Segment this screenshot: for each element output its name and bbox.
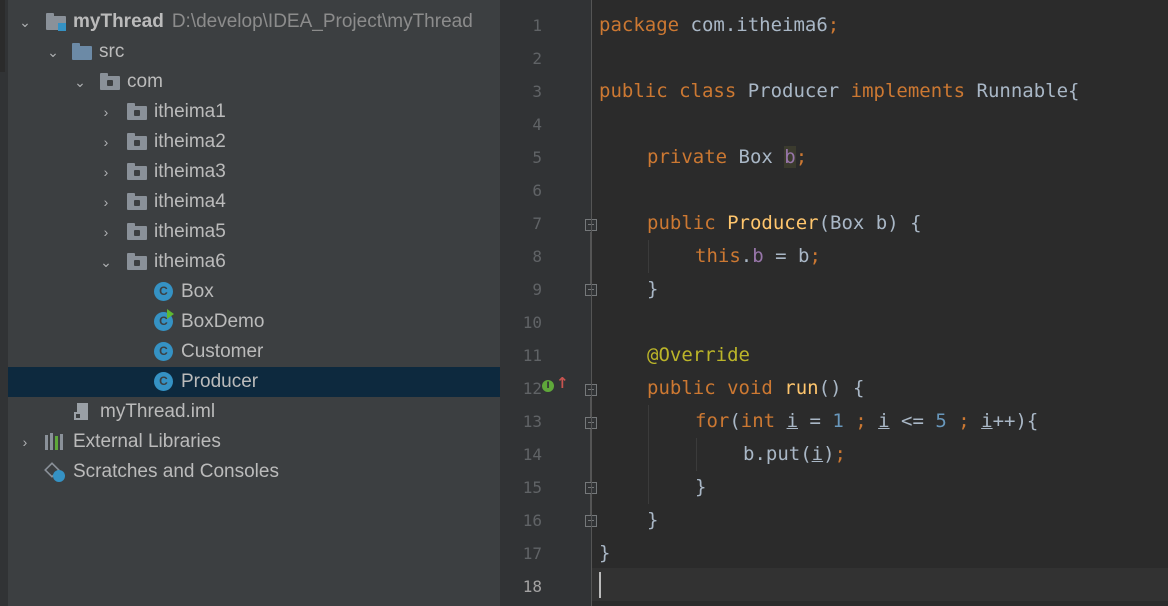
tree-item-label: itheima1: [154, 101, 226, 122]
tree-item-package[interactable]: › itheima3: [8, 157, 500, 187]
line-number: 11: [522, 346, 542, 365]
tree-item-label: itheima2: [154, 131, 226, 152]
chevron-right-icon[interactable]: ›: [97, 217, 115, 247]
package-icon: [127, 253, 147, 271]
line-number: 8: [532, 247, 542, 266]
tree-item-scratches[interactable]: Scratches and Consoles: [8, 457, 500, 487]
runnable-class-icon: C: [154, 309, 174, 331]
class-icon: C: [154, 342, 174, 361]
tree-item-external-libraries[interactable]: › External Libraries: [8, 427, 500, 457]
tree-item-com[interactable]: ⌄ com: [8, 67, 500, 97]
tree-item-label: itheima5: [154, 221, 226, 242]
tree-item-label: itheima4: [154, 191, 226, 212]
library-icon: [45, 433, 65, 451]
tree-item-label: src: [99, 41, 125, 62]
line-number: 7: [532, 214, 542, 233]
code-line-12: public void run() {: [647, 377, 865, 399]
line-number: 16: [522, 511, 542, 530]
tree-item-class[interactable]: C Customer: [8, 337, 500, 367]
chevron-right-icon[interactable]: ›: [97, 187, 115, 217]
line-number: 17: [522, 544, 542, 563]
source-folder-icon: [72, 43, 92, 61]
code-line-7: public Producer(Box b) {: [647, 212, 922, 234]
code-line-5: private Box b;: [647, 146, 808, 168]
gutter-divider: [591, 0, 592, 606]
chevron-down-icon[interactable]: ⌄: [44, 37, 62, 67]
line-number: 12: [522, 379, 542, 398]
tree-item-package[interactable]: › itheima4: [8, 187, 500, 217]
line-number: 15: [522, 478, 542, 497]
line-number: 6: [532, 181, 542, 200]
code-line-13: for(int i = 1 ; i <= 5 ; i++){: [695, 410, 1039, 432]
tree-item-project-root[interactable]: ⌄ myThread D:\develop\IDEA_Project\myThre…: [8, 7, 500, 37]
tree-item-label: com: [127, 71, 163, 92]
module-file-icon: [74, 403, 94, 421]
tree-item-label: itheima3: [154, 161, 226, 182]
tree-item-package[interactable]: › itheima5: [8, 217, 500, 247]
line-number: 10: [522, 313, 542, 332]
tree-item-src[interactable]: ⌄ src: [8, 37, 500, 67]
project-tree-panel[interactable]: ⌄ myThread D:\develop\IDEA_Project\myThre…: [0, 0, 500, 606]
line-number: 14: [522, 445, 542, 464]
tree-item-class[interactable]: C Box: [8, 277, 500, 307]
class-icon: C: [154, 372, 174, 391]
code-line-9: }: [647, 278, 659, 300]
project-name: myThread: [73, 11, 164, 32]
line-number: 13: [522, 412, 542, 431]
chevron-down-icon[interactable]: ⌄: [16, 7, 34, 37]
tree-item-label: Box: [181, 281, 214, 302]
chevron-right-icon[interactable]: ›: [97, 97, 115, 127]
line-number: 1: [532, 16, 542, 35]
code-line-16: }: [647, 509, 659, 531]
line-number: 5: [532, 148, 542, 167]
tree-item-label: Producer: [181, 371, 259, 392]
line-number: 9: [532, 280, 542, 299]
code-line-14: b.put(i);: [743, 443, 846, 465]
class-icon: C: [154, 282, 174, 301]
ide-window: ⌄ myThread D:\develop\IDEA_Project\myThre…: [0, 0, 1168, 606]
code-line-11: @Override: [647, 344, 750, 366]
tree-item-label: External Libraries: [73, 431, 221, 452]
package-icon: [127, 103, 147, 121]
line-number: 4: [532, 115, 542, 134]
package-icon: [127, 223, 147, 241]
chevron-right-icon[interactable]: ›: [16, 427, 34, 457]
chevron-down-icon[interactable]: ⌄: [97, 247, 115, 277]
arrow-up-icon[interactable]: ↑: [556, 376, 569, 391]
code-line-17: }: [599, 542, 611, 564]
text-caret: [599, 572, 601, 598]
tree-item-package[interactable]: › itheima2: [8, 127, 500, 157]
code-line-15: }: [695, 476, 707, 498]
module-folder-icon: [46, 13, 66, 31]
code-editor[interactable]: 1 2 3 4 5 6 7 8 9 10 11 12 13 14 15 16 1…: [500, 0, 1168, 606]
tree-item-label: Scratches and Consoles: [73, 461, 279, 482]
line-number-current: 18: [522, 577, 542, 596]
tool-window-strip: [0, 0, 8, 606]
package-icon: [127, 193, 147, 211]
package-icon: [127, 163, 147, 181]
tree-item-package[interactable]: ⌄ itheima6: [8, 247, 500, 277]
current-line-highlight: [592, 568, 1168, 601]
line-number: 3: [532, 82, 542, 101]
implements-method-icon[interactable]: I: [542, 380, 554, 392]
package-icon: [100, 73, 120, 91]
project-path: D:\develop\IDEA_Project\myThread: [171, 11, 473, 32]
package-icon: [127, 133, 147, 151]
tree-item-package[interactable]: › itheima1: [8, 97, 500, 127]
code-line-1: package com.itheima6;: [599, 14, 840, 36]
line-number: 2: [532, 49, 542, 68]
tree-item-label: myThread.iml: [100, 401, 216, 422]
tree-item-label: BoxDemo: [181, 311, 265, 332]
code-line-3: public class Producer implements Runnabl…: [599, 80, 1080, 102]
chevron-right-icon[interactable]: ›: [97, 127, 115, 157]
code-line-8: this.b = b;: [695, 245, 821, 267]
tree-item-label: Customer: [181, 341, 264, 362]
chevron-down-icon[interactable]: ⌄: [71, 67, 89, 97]
tree-item-class[interactable]: C BoxDemo: [8, 307, 500, 337]
tree-item-label: itheima6: [154, 251, 226, 272]
tree-item-iml-file[interactable]: myThread.iml: [8, 397, 500, 427]
chevron-right-icon[interactable]: ›: [97, 157, 115, 187]
tree-item-class-selected[interactable]: C Producer: [8, 367, 500, 397]
scratches-icon: [44, 462, 65, 482]
